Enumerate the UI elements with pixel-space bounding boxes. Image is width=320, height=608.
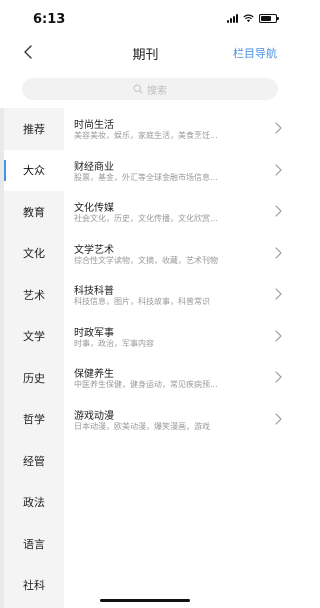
- category-item[interactable]: 社科: [4, 565, 64, 607]
- category-item[interactable]: 文学: [4, 316, 64, 358]
- list-item[interactable]: 保健养生 中医养生保健，健身运动，常见疾病预...: [64, 357, 291, 399]
- chevron-right-icon: [275, 163, 282, 176]
- category-item[interactable]: 语言: [4, 523, 64, 565]
- status-time: 6:13: [33, 12, 66, 27]
- category-item[interactable]: 经管: [4, 440, 64, 482]
- list-item[interactable]: 时尚生活 美容美妆，娱乐，家庭生活，美食烹饪...: [64, 108, 291, 150]
- category-item[interactable]: 文化: [4, 233, 64, 275]
- chevron-right-icon: [275, 412, 282, 425]
- column-navigation-link[interactable]: 栏目导航: [233, 45, 277, 61]
- status-icons: [227, 14, 279, 23]
- search-input[interactable]: 搜索: [22, 78, 278, 100]
- category-item[interactable]: 政法: [4, 482, 64, 524]
- signal-icon: [227, 14, 238, 23]
- nav-bar: 期刊 栏目导航: [0, 34, 291, 72]
- list-item-subtitle: 股票，基金，外汇等全球金融市场信息...: [74, 172, 218, 182]
- list-item-title: 文化传媒: [74, 203, 114, 214]
- status-bar: 6:13: [0, 0, 291, 34]
- chevron-right-icon: [275, 329, 282, 342]
- category-item[interactable]: 历史: [4, 357, 64, 399]
- home-indicator[interactable]: [100, 599, 190, 602]
- chevron-right-icon: [275, 371, 282, 383]
- search-placeholder: 搜索: [147, 85, 167, 97]
- list-item[interactable]: 文学艺术 综合性文学读物，文摘，收藏，艺术刊物: [64, 233, 291, 275]
- list-item-title: 财经商业: [74, 161, 114, 173]
- wifi-icon: [243, 14, 254, 23]
- list-item-title: 时尚生活: [74, 120, 114, 131]
- list-item-subtitle: 科技信息，图片，科技故事，科普常识: [74, 297, 210, 306]
- chevron-right-icon: [275, 122, 282, 134]
- chevron-right-icon: [275, 246, 282, 259]
- list-item[interactable]: 文化传媒 社会文化，历史，文化传播，文化欣赏...: [64, 191, 291, 233]
- list-item-subtitle: 综合性文学读物，文摘，收藏，艺术刊物: [74, 255, 218, 265]
- list-item-subtitle: 社会文化，历史，文化传播，文化欣赏...: [74, 214, 218, 223]
- list-item-subtitle: 美容美妆，娱乐，家庭生活，美食烹饪...: [74, 131, 218, 140]
- category-sidebar: 推荐 大众 教育 文化 艺术 文学 历史 哲学 经管 政法 语言 社科: [4, 108, 64, 608]
- list-item[interactable]: 游戏动漫 日本动漫，欧美动漫，爆笑漫画，游戏: [64, 399, 291, 441]
- list-item-title: 保健养生: [74, 369, 114, 380]
- list-item-subtitle: 时事，政治，军事内容: [74, 338, 154, 348]
- battery-icon: [259, 14, 279, 23]
- chevron-right-icon: [275, 205, 282, 217]
- list-item[interactable]: 时政军事 时事，政治，军事内容: [64, 316, 291, 358]
- list-item-title: 文学艺术: [74, 244, 114, 256]
- list-item-title: 科技科普: [74, 286, 114, 297]
- list-item-subtitle: 中医养生保健，健身运动，常见疾病预...: [74, 380, 218, 389]
- chevron-right-icon: [275, 288, 282, 300]
- list-item-title: 时政军事: [74, 327, 114, 339]
- list-item-title: 游戏动漫: [74, 410, 114, 422]
- category-item[interactable]: 推荐: [4, 108, 64, 150]
- category-item-active[interactable]: 大众: [4, 149, 64, 191]
- search-icon: [133, 84, 143, 94]
- journal-list: 时尚生活 美容美妆，娱乐，家庭生活，美食烹饪... 财经商业 股票，基金，外汇等…: [64, 108, 291, 440]
- category-item[interactable]: 教育: [4, 191, 64, 233]
- category-item[interactable]: 哲学: [4, 399, 64, 441]
- category-item[interactable]: 艺术: [4, 274, 64, 316]
- list-item[interactable]: 科技科普 科技信息，图片，科技故事，科普常识: [64, 274, 291, 316]
- list-item[interactable]: 财经商业 股票，基金，外汇等全球金融市场信息...: [64, 150, 291, 192]
- list-item-subtitle: 日本动漫，欧美动漫，爆笑漫画，游戏: [74, 421, 210, 431]
